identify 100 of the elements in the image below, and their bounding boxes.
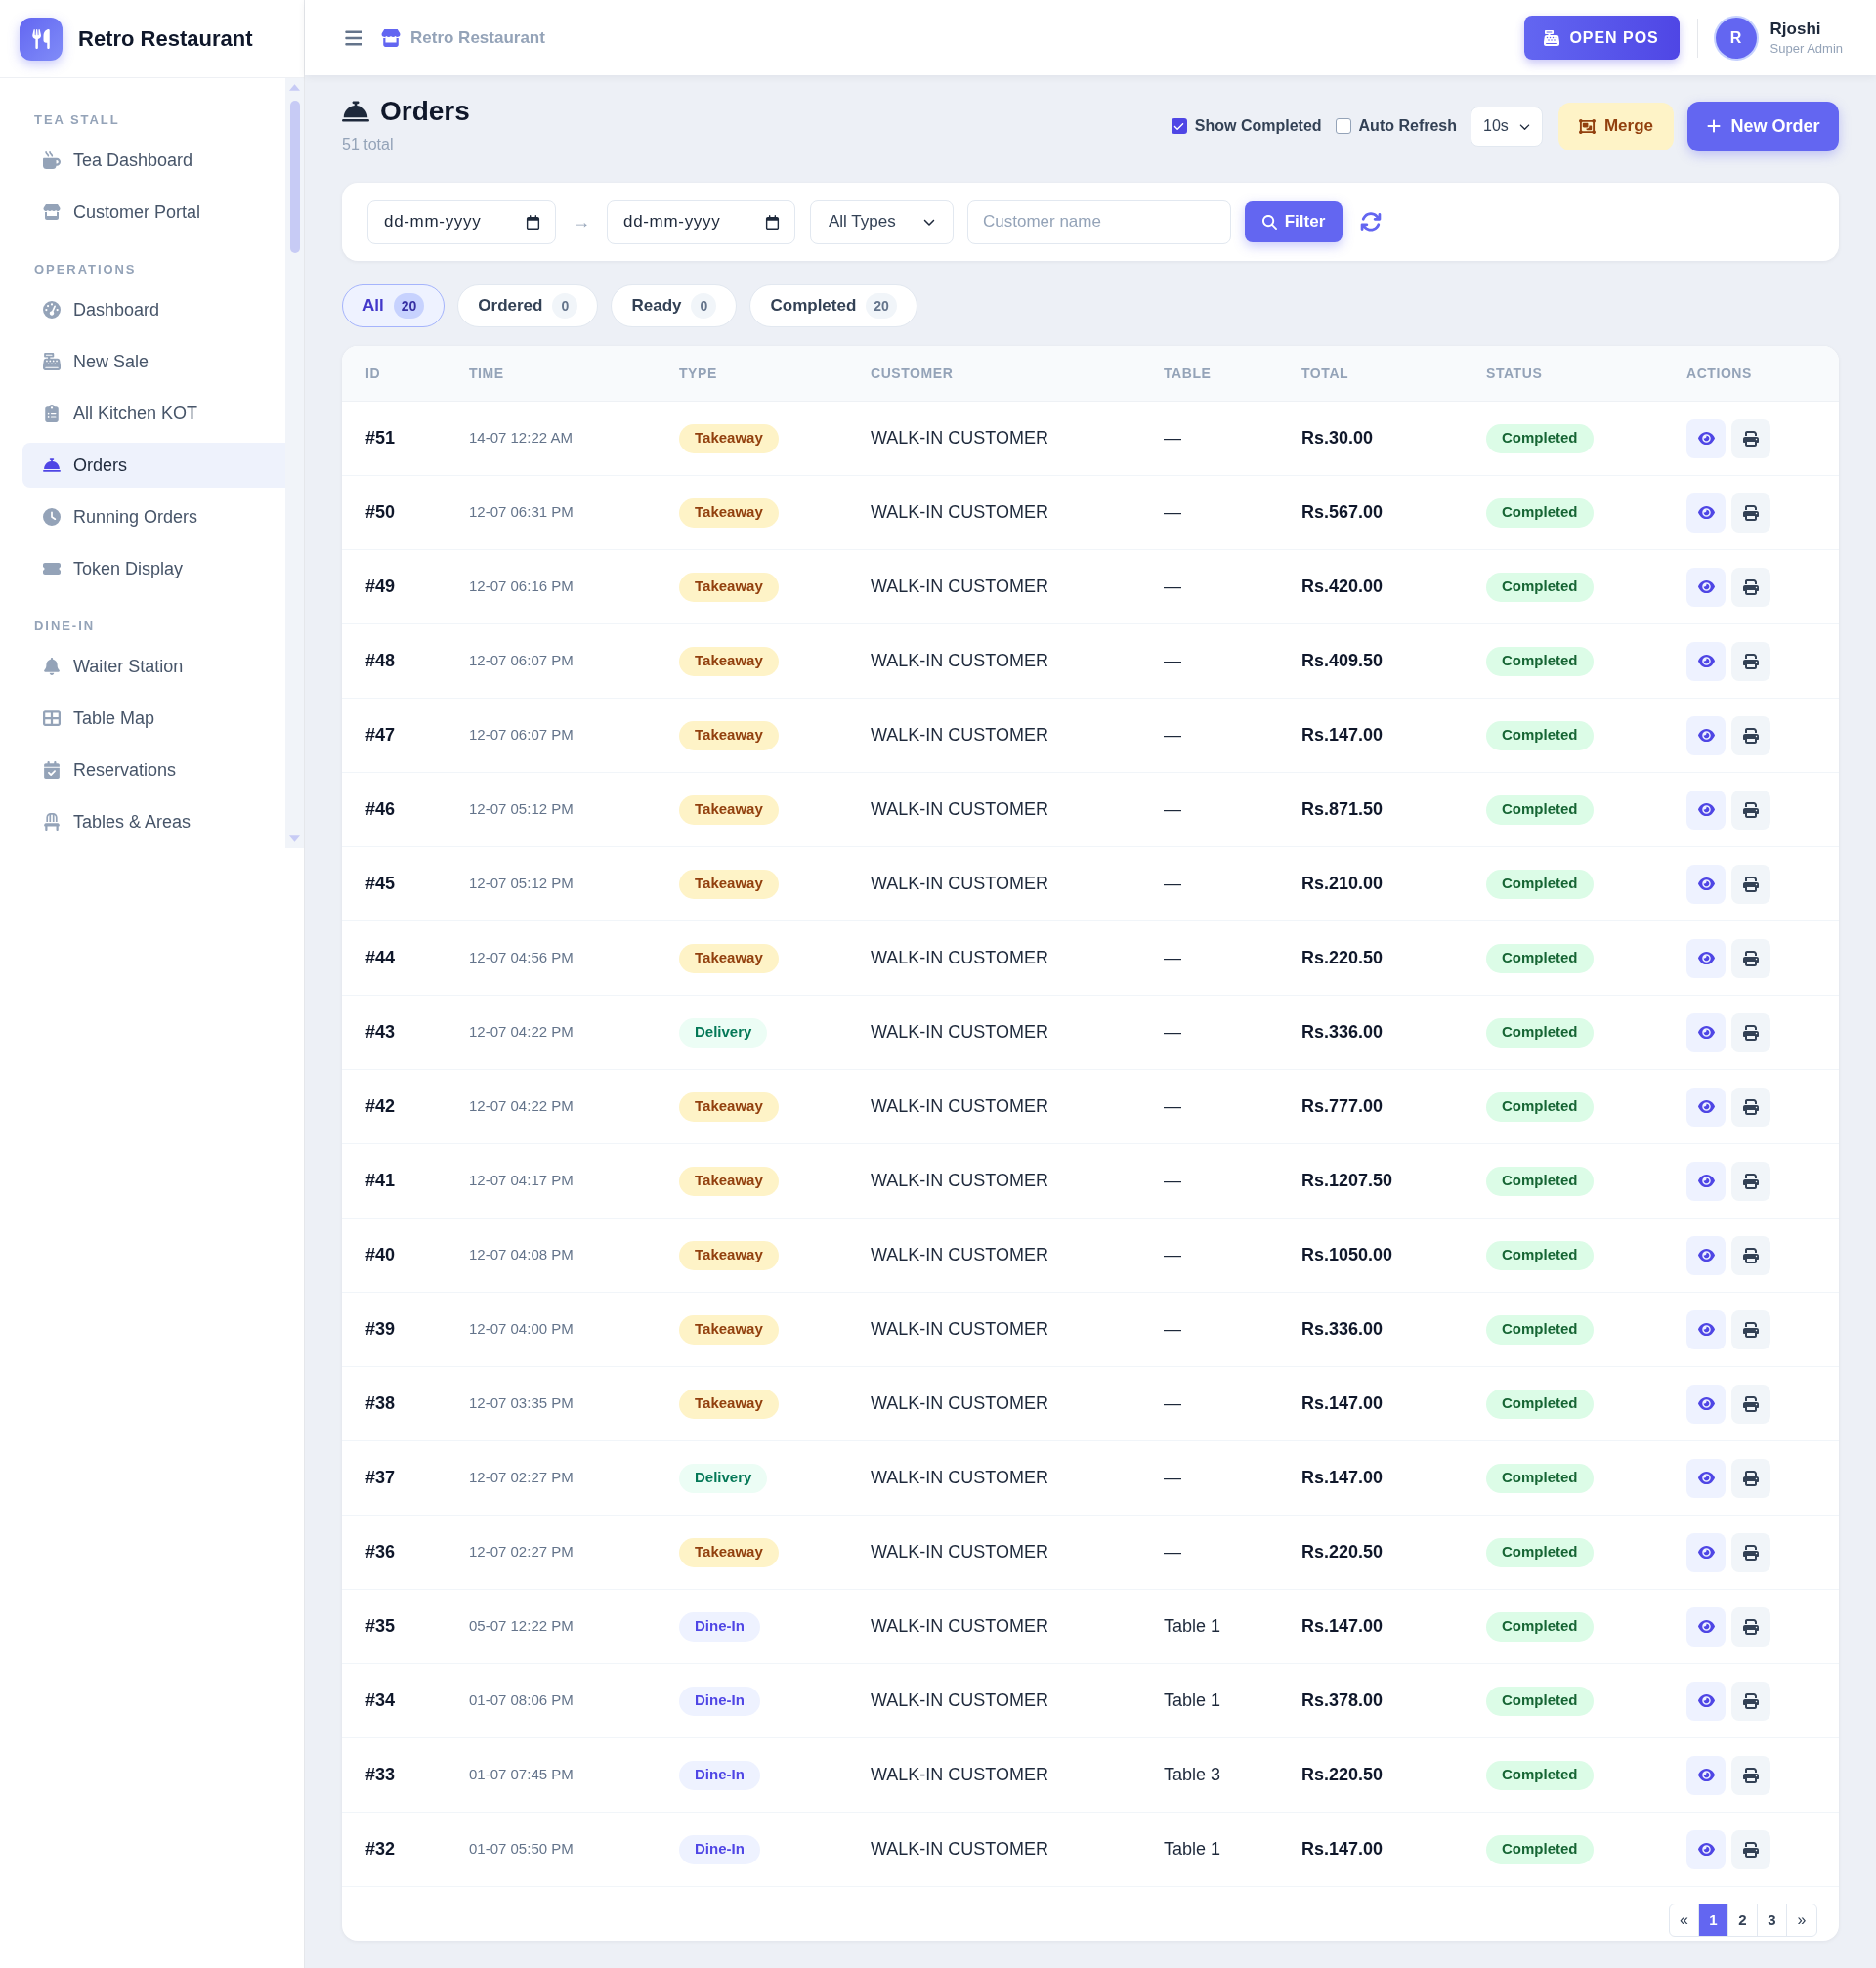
print-button[interactable] — [1731, 1681, 1770, 1721]
print-button[interactable] — [1731, 1755, 1770, 1795]
view-button[interactable] — [1686, 1532, 1726, 1572]
customer-search-field[interactable]: Customer name — [967, 199, 1231, 244]
view-button[interactable] — [1686, 1829, 1726, 1869]
filter-button[interactable]: Filter — [1245, 201, 1343, 242]
table-name: — — [1164, 1021, 1182, 1044]
order-time: 01-07 07:45 PM — [469, 1765, 575, 1785]
view-button[interactable] — [1686, 1012, 1726, 1052]
calendar-icon[interactable] — [526, 214, 540, 230]
status-tab[interactable]: Completed 20 — [749, 284, 917, 327]
print-button[interactable] — [1731, 1606, 1770, 1647]
print-button[interactable] — [1731, 1829, 1770, 1869]
merge-button[interactable]: Merge — [1558, 102, 1674, 150]
printer-icon — [1743, 1470, 1759, 1486]
order-time: 12-07 02:27 PM — [469, 1468, 575, 1488]
print-button[interactable] — [1731, 790, 1770, 830]
sidebar-item[interactable]: Dashboard — [22, 287, 285, 332]
bell-icon — [43, 658, 61, 675]
status-tab[interactable]: All 20 — [342, 284, 446, 327]
view-button[interactable] — [1686, 418, 1726, 458]
sidebar-item[interactable]: All Kitchen KOT — [22, 391, 285, 436]
print-button[interactable] — [1731, 1161, 1770, 1201]
sidebar-item[interactable]: Tables & Areas — [22, 799, 285, 844]
print-button[interactable] — [1731, 1235, 1770, 1275]
checkbox-label[interactable]: Auto Refresh — [1358, 114, 1457, 138]
view-button[interactable] — [1686, 938, 1726, 978]
checkbox[interactable] — [1171, 118, 1187, 134]
status-tab[interactable]: Ready 0 — [611, 284, 738, 327]
refresh-icon[interactable] — [1360, 211, 1382, 233]
ticket-icon — [43, 560, 61, 578]
print-button[interactable] — [1731, 1458, 1770, 1498]
type-select[interactable]: All Types — [810, 199, 954, 244]
interval-select[interactable]: 10s — [1471, 106, 1543, 147]
sidebar-item[interactable]: New Sale — [22, 339, 285, 384]
view-button[interactable] — [1686, 715, 1726, 755]
status-tag: Completed — [1486, 1760, 1594, 1790]
avatar[interactable]: R — [1715, 17, 1757, 59]
sidebar-item[interactable]: Running Orders — [22, 494, 285, 539]
view-button[interactable] — [1686, 1384, 1726, 1424]
status-tag: Completed — [1486, 497, 1594, 528]
order-id: #44 — [365, 947, 397, 969]
view-button[interactable] — [1686, 492, 1726, 533]
order-total: Rs.409.50 — [1301, 650, 1385, 672]
checkbox[interactable] — [1335, 118, 1351, 134]
calendar-icon[interactable] — [765, 214, 780, 230]
checkbox-label[interactable]: Show Completed — [1194, 114, 1322, 138]
print-button[interactable] — [1731, 1532, 1770, 1572]
status-tag: Completed — [1486, 1537, 1594, 1567]
new-order-button[interactable]: New Order — [1687, 101, 1839, 151]
print-button[interactable] — [1731, 938, 1770, 978]
open-pos-button[interactable]: OPEN POS — [1523, 16, 1680, 60]
view-button[interactable] — [1686, 864, 1726, 904]
sidebar-item[interactable]: Reservations — [22, 748, 285, 792]
date-field[interactable]: dd-mm-yyyy — [367, 199, 556, 244]
sidebar-item[interactable]: Token Display — [22, 546, 285, 591]
date-field[interactable]: dd-mm-yyyy — [607, 199, 795, 244]
sidebar-item[interactable]: Customer Portal — [22, 190, 285, 235]
order-type-tag: Takeaway — [679, 1537, 779, 1567]
customer-name: WALK-IN CUSTOMER — [871, 1244, 1049, 1266]
print-button[interactable] — [1731, 641, 1770, 681]
order-total: Rs.147.00 — [1301, 724, 1385, 747]
view-button[interactable] — [1686, 1309, 1726, 1349]
status-tab[interactable]: Ordered 0 — [457, 284, 599, 327]
print-button[interactable] — [1731, 492, 1770, 533]
sidebar-item[interactable]: Waiter Station — [22, 644, 285, 689]
customer-name: WALK-IN CUSTOMER — [871, 1615, 1049, 1638]
view-button[interactable] — [1686, 1235, 1726, 1275]
view-button[interactable] — [1686, 1755, 1726, 1795]
view-button[interactable] — [1686, 567, 1726, 607]
print-button[interactable] — [1731, 1309, 1770, 1349]
print-button[interactable] — [1731, 1384, 1770, 1424]
view-button[interactable] — [1686, 1458, 1726, 1498]
print-button[interactable] — [1731, 1087, 1770, 1127]
table-name: — — [1164, 873, 1182, 895]
eye-icon — [1697, 1395, 1715, 1412]
view-button[interactable] — [1686, 1681, 1726, 1721]
view-button[interactable] — [1686, 790, 1726, 830]
column-header: STATUS — [1486, 364, 1544, 383]
print-button[interactable] — [1731, 567, 1770, 607]
view-button[interactable] — [1686, 641, 1726, 681]
print-button[interactable] — [1731, 715, 1770, 755]
order-total: Rs.777.00 — [1301, 1095, 1385, 1118]
print-button[interactable] — [1731, 418, 1770, 458]
sidebar-item[interactable]: Table Map — [22, 696, 285, 741]
customer-name: WALK-IN CUSTOMER — [871, 798, 1049, 821]
customer-name: WALK-IN CUSTOMER — [871, 724, 1049, 747]
print-button[interactable] — [1731, 864, 1770, 904]
order-time: 12-07 04:22 PM — [469, 1022, 575, 1043]
page-button[interactable]: 1 — [1699, 1904, 1728, 1936]
sidebar-item[interactable]: Orders — [22, 443, 285, 488]
print-button[interactable] — [1731, 1012, 1770, 1052]
sidebar-item[interactable]: Tea Dashboard — [22, 138, 285, 183]
view-button[interactable] — [1686, 1161, 1726, 1201]
view-button[interactable] — [1686, 1087, 1726, 1127]
eye-icon — [1697, 801, 1715, 818]
scrollbar-thumb[interactable] — [289, 101, 300, 253]
view-button[interactable] — [1686, 1606, 1726, 1647]
next-page-button[interactable]: » — [1787, 1904, 1816, 1936]
service-bell-icon — [43, 456, 61, 474]
